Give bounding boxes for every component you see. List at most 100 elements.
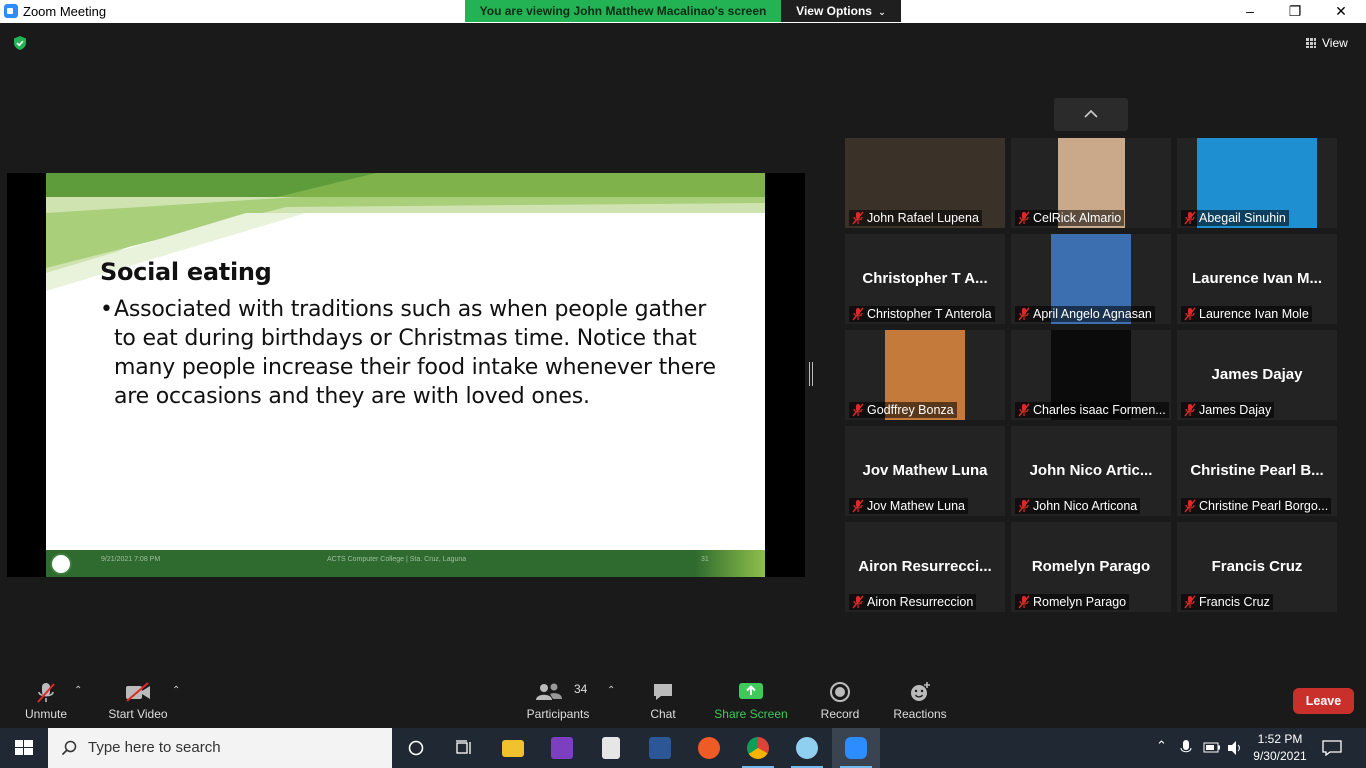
participant-name: April Angelo Agnasan [1033,307,1152,321]
participant-tile[interactable]: James Dajay James Dajay [1177,330,1337,420]
task-view-icon[interactable] [440,728,488,768]
participant-display-name: Laurence Ivan M... [1191,270,1323,287]
meeting-toolbar: Unmute ⌃ Start Video ⌃ 34 Participants ⌃… [0,673,1366,728]
participant-display-name: Francis Cruz [1211,558,1303,575]
notifications-icon[interactable] [1322,728,1344,768]
share-screen-label: Share Screen [714,707,788,721]
window-title: Zoom Meeting [23,4,107,19]
slide-title: Social eating [100,258,272,286]
file-explorer-icon[interactable] [489,728,537,768]
muted-mic-icon [1018,211,1030,225]
slide-bullet-text: Associated with traditions such as when … [114,297,716,409]
reactions-button[interactable]: Reactions [892,673,948,728]
close-button[interactable]: ✕ [1318,0,1364,23]
participant-name-tag: Jov Mathew Luna [849,498,968,514]
cortana-icon[interactable] [392,728,440,768]
participant-tile[interactable]: Christine Pearl B... Christine Pearl Borg… [1177,426,1337,516]
title-bar: Zoom Meeting You are viewing John Matthe… [0,0,1366,23]
slide-page-number: 31 [701,556,709,563]
participant-tile[interactable]: Francis Cruz Francis Cruz [1177,522,1337,612]
tray-expand-icon[interactable]: ⌃ [1156,728,1172,768]
word-icon[interactable] [636,728,684,768]
chat-button[interactable]: Chat [643,673,683,728]
muted-mic-icon [852,403,864,417]
participant-tile[interactable]: April Angelo Agnasan [1011,234,1171,324]
slide-footer-date: 9/21/2021 7:08 PM [101,556,161,563]
leave-button[interactable]: Leave [1293,688,1354,714]
muted-mic-icon [1018,595,1030,609]
slide-bullet: • Associated with traditions such as whe… [100,295,730,411]
grid-icon [1306,38,1316,48]
chrome-icon[interactable] [734,728,782,768]
brave-browser-icon[interactable] [685,728,733,768]
zoom-taskbar-icon[interactable] [832,728,880,768]
clock-date: 9/30/2021 [1253,749,1307,763]
participant-tile[interactable]: Jov Mathew Luna Jov Mathew Luna [845,426,1005,516]
audio-options-caret-icon[interactable]: ⌃ [74,685,82,696]
participant-name-tag: John Nico Articona [1015,498,1141,514]
volume-icon[interactable] [1227,728,1245,768]
participants-icon [536,683,562,700]
participant-tile[interactable]: Godffrey Bonza [845,330,1005,420]
paint-icon[interactable] [783,728,831,768]
participant-tile[interactable]: Airon Resurrecci... Airon Resurreccion [845,522,1005,612]
split-resize-handle[interactable] [809,362,813,386]
participant-tile[interactable]: John Rafael Lupena [845,138,1005,228]
participant-name-tag: Christine Pearl Borgo... [1181,498,1332,514]
search-icon [61,740,77,756]
chevron-up-icon [1084,109,1098,118]
microphone-tray-icon[interactable] [1180,728,1194,768]
participant-tile[interactable]: Laurence Ivan M... Laurence Ivan Mole [1177,234,1337,324]
unmute-button[interactable]: Unmute [20,673,72,728]
muted-mic-icon [852,307,864,321]
participants-options-caret-icon[interactable]: ⌃ [607,685,615,696]
start-video-button[interactable]: Start Video [106,673,170,728]
participant-name-tag: CelRick Almario [1015,210,1125,226]
participant-display-name: Christopher T A... [862,270,988,287]
reactions-label: Reactions [893,707,947,721]
participant-name: John Nico Articona [1033,499,1138,513]
participant-tile[interactable]: Charles isaac Formen... [1011,330,1171,420]
view-layout-button[interactable]: View [1306,33,1362,53]
participant-name: James Dajay [1199,403,1272,417]
windows-start-icon[interactable] [0,728,48,768]
participant-name: Christopher T Anterola [867,307,992,321]
taskbar-search-box[interactable]: Type here to search [48,728,392,768]
gallery-scroll-up-button[interactable] [1054,98,1128,131]
participant-name-tag: Laurence Ivan Mole [1181,306,1312,322]
participants-button[interactable]: 34 Participants [524,673,592,728]
taskbar-clock[interactable]: 1:52 PM 9/30/2021 [1248,731,1312,765]
muted-mic-icon [852,595,864,609]
participant-display-name: Jov Mathew Luna [862,462,988,479]
restore-button[interactable]: ❐ [1272,0,1318,23]
record-icon [830,682,850,702]
chat-label: Chat [650,707,676,721]
view-options-label: View Options [796,4,872,18]
participant-tile[interactable]: John Nico Artic... John Nico Articona [1011,426,1171,516]
share-screen-button[interactable]: Share Screen [714,673,788,728]
participant-tile[interactable]: Abegail Sinuhin [1177,138,1337,228]
view-options-button[interactable]: View Options ⌄ [781,0,901,22]
encryption-shield-icon[interactable] [12,35,28,51]
start-video-label: Start Video [108,707,168,721]
record-button[interactable]: Record [816,673,864,728]
participant-name-tag: Airon Resurreccion [849,594,977,610]
participants-count: 34 [574,682,588,696]
minimize-button[interactable]: – [1227,0,1273,23]
battery-icon[interactable] [1203,728,1221,768]
muted-mic-icon [1184,403,1196,417]
record-label: Record [820,707,860,721]
participant-tile[interactable]: Christopher T A... Christopher T Anterola [845,234,1005,324]
participant-name: Jov Mathew Luna [867,499,965,513]
slide-footer: 9/21/2021 7:08 PM ACTS Computer College … [46,550,765,577]
visual-studio-icon[interactable] [538,728,586,768]
participant-name: Airon Resurreccion [867,595,974,609]
participant-tile[interactable]: Romelyn Parago Romelyn Parago [1011,522,1171,612]
participant-name-tag: Christopher T Anterola [849,306,995,322]
participant-tile[interactable]: CelRick Almario [1011,138,1171,228]
participant-name-tag: Charles isaac Formen... [1015,402,1169,418]
document-app-icon[interactable] [587,728,635,768]
muted-mic-icon [37,683,55,703]
muted-mic-icon [1184,595,1196,609]
video-options-caret-icon[interactable]: ⌃ [172,685,180,696]
